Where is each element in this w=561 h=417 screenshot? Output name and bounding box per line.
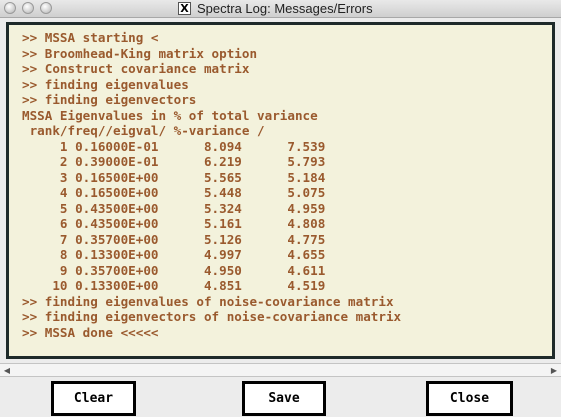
close-button-label: Close	[428, 383, 511, 414]
minimize-window-button[interactable]	[22, 2, 34, 14]
log-line: 4 0.16500E+00 5.448 5.075	[22, 185, 326, 200]
clear-button[interactable]: Clear	[51, 381, 136, 416]
scroll-right-arrow-icon[interactable]: ▶	[549, 366, 559, 375]
log-line: >> finding eigenvectors	[22, 92, 197, 107]
log-line: >> MSSA starting <	[22, 30, 159, 45]
save-button[interactable]: Save	[242, 381, 326, 416]
title-bar: X Spectra Log: Messages/Errors	[0, 0, 561, 18]
log-line: >> finding eigenvalues	[22, 76, 189, 92]
horizontal-scrollbar[interactable]: ◀ ▶	[0, 363, 561, 377]
close-window-button[interactable]	[4, 2, 16, 14]
log-line: 9 0.35700E+00 4.950 4.611	[22, 262, 326, 278]
log-panel: >> MSSA starting < >> Broomhead-King matr…	[6, 22, 555, 359]
close-button[interactable]: Close	[426, 381, 513, 416]
window-title: Spectra Log: Messages/Errors	[197, 1, 373, 16]
log-line: >> Broomhead-King matrix option	[22, 45, 258, 61]
log-line: 10 0.13300E+00 4.851 4.519	[22, 278, 326, 293]
zoom-window-button[interactable]	[40, 2, 52, 14]
log-line: 8 0.13300E+00 4.997 4.655	[22, 247, 326, 262]
clear-button-label: Clear	[53, 383, 134, 414]
log-line: 1 0.16000E-01 8.094 7.539	[22, 138, 326, 154]
log-line: 5 0.43500E+00 5.324 4.959	[22, 200, 326, 216]
log-text-area[interactable]: >> MSSA starting < >> Broomhead-King matr…	[9, 25, 552, 356]
log-line: >> MSSA done <<<<<	[22, 324, 159, 340]
log-line: 7 0.35700E+00 5.126 4.775	[22, 231, 326, 247]
save-button-label: Save	[244, 383, 324, 414]
log-line: 6 0.43500E+00 5.161 4.808	[22, 216, 326, 231]
log-line: >> finding eigenvectors of noise-covaria…	[22, 309, 402, 324]
log-line: 3 0.16500E+00 5.565 5.184	[22, 169, 326, 185]
log-line: MSSA Eigenvalues in % of total variance	[22, 107, 318, 123]
log-line: >> Construct covariance matrix	[22, 61, 250, 76]
log-line: 2 0.39000E-01 6.219 5.793	[22, 154, 326, 169]
scroll-left-arrow-icon[interactable]: ◀	[2, 366, 12, 375]
log-line: rank/freq//eigval/ %-variance /	[22, 123, 265, 138]
x11-app-icon: X	[178, 2, 191, 15]
log-line: >> finding eigenvalues of noise-covarian…	[22, 293, 394, 309]
